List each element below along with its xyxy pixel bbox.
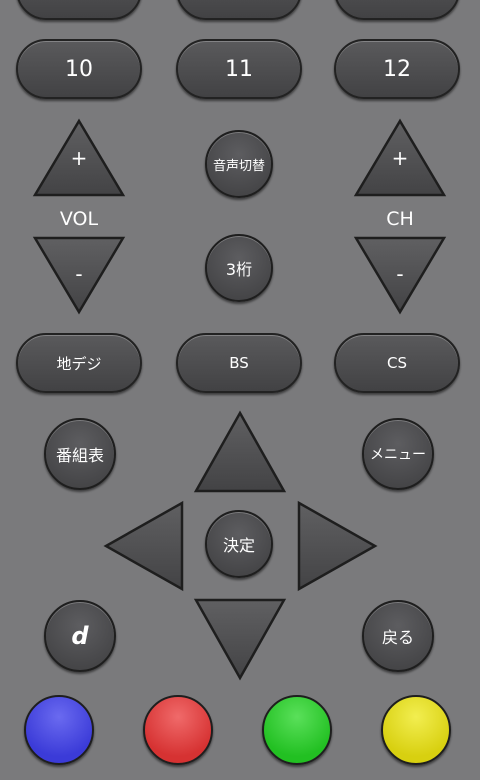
audio-switch-button[interactable]: 音声切替 (205, 130, 273, 198)
terrestrial-digital-button[interactable]: 地デジ (16, 333, 142, 393)
yellow-button[interactable] (381, 695, 451, 765)
menu-button[interactable]: メニュー (362, 418, 434, 490)
vol-up-label: + (70, 146, 88, 170)
program-guide-button[interactable]: 番組表 (44, 418, 116, 490)
ok-button[interactable]: 決定 (205, 510, 273, 578)
dpad-down-button[interactable] (193, 597, 287, 681)
number-12-button[interactable]: 12 (334, 39, 460, 99)
back-button[interactable]: 戻る (362, 600, 434, 672)
ch-up-label: + (391, 146, 409, 170)
data-d-button[interactable]: d (44, 600, 116, 672)
blue-button[interactable] (24, 695, 94, 765)
number-11-button[interactable]: 11 (176, 39, 302, 99)
dpad-right-button[interactable] (296, 500, 378, 592)
ch-down-label: - (396, 262, 404, 286)
green-button[interactable] (262, 695, 332, 765)
red-button[interactable] (143, 695, 213, 765)
dpad-up-button[interactable] (193, 410, 287, 494)
partial-button-right[interactable] (334, 0, 460, 20)
vol-label: VOL (59, 208, 99, 230)
three-digit-button[interactable]: 3桁 (205, 234, 273, 302)
vol-down-label: - (75, 262, 83, 286)
ch-label: CH (386, 208, 414, 230)
bs-button[interactable]: BS (176, 333, 302, 393)
cs-button[interactable]: CS (334, 333, 460, 393)
partial-button-center[interactable] (176, 0, 302, 20)
number-10-button[interactable]: 10 (16, 39, 142, 99)
dpad-left-button[interactable] (103, 500, 185, 592)
partial-button-left[interactable] (16, 0, 142, 20)
